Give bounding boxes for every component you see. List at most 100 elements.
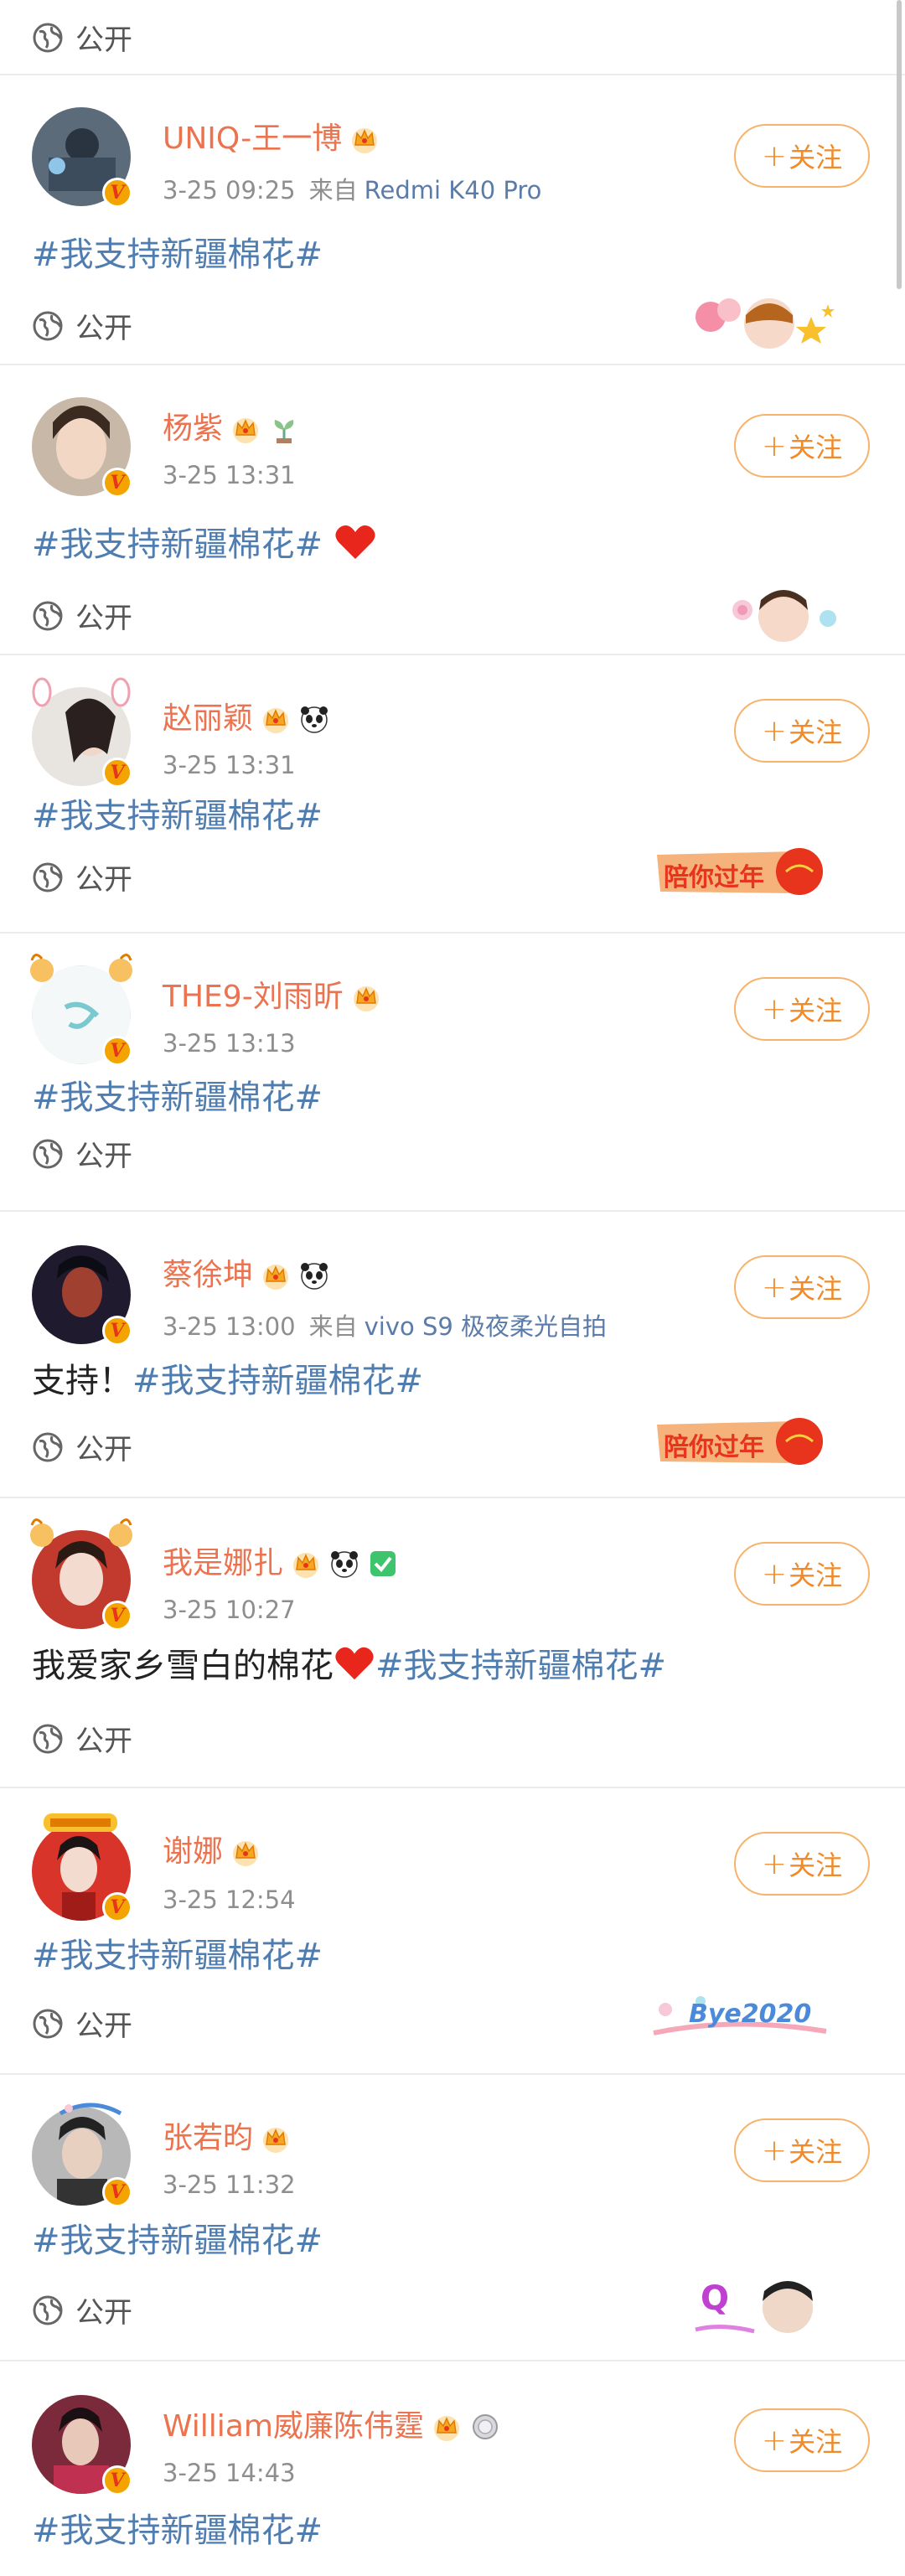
user-name[interactable]: THE9-刘雨昕 [163,979,344,1016]
post-meta: 3-25 13:31 [163,751,296,779]
user-name[interactable]: 蔡徐坤 [163,1257,253,1294]
avatar[interactable]: V [32,2395,132,2496]
name-line: 杨紫 [163,411,300,447]
user-name[interactable]: UNIQ-王一博 [163,121,342,158]
hashtag[interactable]: #我支持新疆棉花# [32,797,323,835]
post-card[interactable]: V 张若昀 3-25 11:32 + 关注 #我支持新疆棉花# 公开 Q [0,2075,905,2361]
globe-icon [32,1723,64,1755]
post-time: 3-25 12:54 [163,1885,296,1914]
post-card[interactable]: V 杨紫 3-25 13:31 + 关注 #我支持新疆棉花# 公开 [0,365,905,655]
follow-button[interactable]: + 关注 [734,2408,870,2472]
follow-button[interactable]: + 关注 [734,1832,870,1896]
follow-button[interactable]: + 关注 [734,414,870,478]
user-name[interactable]: 赵丽颖 [163,701,253,737]
visibility-label: 公开 [75,602,132,635]
globe-icon [32,310,64,342]
visibility-label: 公开 [75,1140,132,1173]
crown-icon [230,1836,261,1868]
green-check-icon [370,1551,396,1576]
visibility-label: 公开 [75,312,132,345]
avatar[interactable]: V [32,2103,132,2207]
hashtag[interactable]: #我支持新疆棉花# [32,235,323,274]
name-line: 赵丽颖 [163,701,330,737]
visibility-label: 公开 [75,863,132,897]
hashtag[interactable]: #我支持新疆棉花# [32,2222,323,2260]
panda-icon [298,1260,330,1291]
user-name[interactable]: 我是娜扎 [163,1545,283,1582]
hashtag[interactable]: #我支持新疆棉花# [132,1362,423,1400]
post-text: #我支持新疆棉花# [32,2509,323,2553]
crown-icon [290,1548,322,1580]
visibility-label: 公开 [75,1433,132,1466]
post-card[interactable]: V William威廉陈伟霆 3-25 14:43 + 关注 #我支持新疆棉花# [0,2361,905,2576]
globe-icon [32,1138,64,1170]
post-card[interactable]: V THE9-刘雨昕 3-25 13:13 + 关注 #我支持新疆棉花# 公开 [0,934,905,1212]
avatar[interactable]: V [30,954,132,1066]
red-heart-icon [335,525,375,559]
panda-icon [328,1548,360,1580]
post-meta: 3-25 12:54 [163,1885,296,1914]
weibo-feed: 公开 V UNIQ-王一博 3-25 09:25 来自 Redmi K40 Pro … [0,0,905,2576]
post-text: 支持！#我支持新疆棉花# [32,1359,423,1403]
crown-icon [260,703,292,735]
visibility: 公开 [32,1133,132,1174]
hashtag[interactable]: #我支持新疆棉花# [32,525,323,564]
source-prefix: 来自 [308,1312,358,1341]
crown-icon [260,2123,292,2154]
post-meta: 3-25 09:25 来自 Redmi K40 Pro [163,171,541,206]
post-meta: 3-25 11:32 [163,2170,296,2199]
post-card[interactable]: V 赵丽颖 3-25 13:31 + 关注 #我支持新疆棉花# 公开 陪你过年 [0,655,905,934]
prev-post-footer: 公开 [0,0,905,75]
crown-icon [350,981,382,1013]
avatar[interactable]: V [32,397,132,498]
crown-icon [230,413,261,445]
name-line: 蔡徐坤 [163,1257,330,1294]
user-name[interactable]: 杨紫 [163,411,223,447]
follow-button[interactable]: + 关注 [734,1255,870,1319]
ox-horns-icon [30,954,132,982]
verified-badge: V [102,468,132,498]
follow-label: 关注 [789,995,843,1027]
user-name[interactable]: William威廉陈伟霆 [163,2408,424,2445]
avatar[interactable]: V [32,107,132,208]
post-card[interactable]: V 我是娜扎 3-25 10:27 + 关注 我爱家乡雪白的棉花 #我支持新疆棉花#… [0,1498,905,1788]
avatar[interactable]: V [32,1245,132,1346]
medal-icon [472,2414,498,2439]
verified-badge: V [102,1601,132,1631]
post-source[interactable]: vivo S9 极夜柔光自拍 [365,1312,607,1341]
avatar[interactable]: V [32,1813,132,1922]
follow-button[interactable]: + 关注 [734,1542,870,1606]
hashtag[interactable]: #我支持新疆棉花# [32,2511,323,2550]
follow-label: 关注 [789,1849,843,1881]
globe-icon [32,1431,64,1463]
user-name[interactable]: 张若昀 [163,2120,253,2157]
post-card[interactable]: V 蔡徐坤 3-25 13:00 来自 vivo S9 极夜柔光自拍 + 关注 支持！… [0,1212,905,1498]
post-card[interactable]: V 谢娜 3-25 12:54 + 关注 #我支持新疆棉花# 公开 Bye2020 [0,1788,905,2075]
sticker-text: Bye2020 [689,1999,812,2029]
hashtag[interactable]: #我支持新疆棉花# [32,1937,323,1975]
post-time: 3-25 11:32 [163,2170,296,2199]
scrollbar[interactable] [897,0,902,289]
follow-button[interactable]: + 关注 [734,124,870,188]
post-time: 3-25 14:43 [163,2459,296,2487]
post-source[interactable]: Redmi K40 Pro [365,176,542,204]
name-line: 谢娜 [163,1834,261,1870]
follow-button[interactable]: + 关注 [734,2118,870,2182]
post-text: #我支持新疆棉花# [32,1934,323,1978]
verified-badge: V [102,1036,132,1066]
hashtag[interactable]: #我支持新疆棉花# [32,1079,323,1117]
follow-button[interactable]: + 关注 [734,977,870,1041]
sticker-text: 陪你过年 [664,863,764,892]
sticker-text: 陪你过年 [664,1433,764,1462]
hashtag[interactable]: #我支持新疆棉花# [375,1647,666,1685]
follow-button[interactable]: + 关注 [734,699,870,763]
user-name[interactable]: 谢娜 [163,1834,223,1870]
avatar[interactable]: V [30,1518,132,1631]
post-card[interactable]: V UNIQ-王一博 3-25 09:25 来自 Redmi K40 Pro + 关注… [0,75,905,365]
avatar[interactable]: V [32,677,132,788]
plant-icon [274,420,294,443]
globe-icon [32,861,64,893]
post-time: 3-25 10:27 [163,1596,296,1624]
crown-icon [431,2411,463,2443]
post-time: 3-25 09:25 [163,176,296,204]
